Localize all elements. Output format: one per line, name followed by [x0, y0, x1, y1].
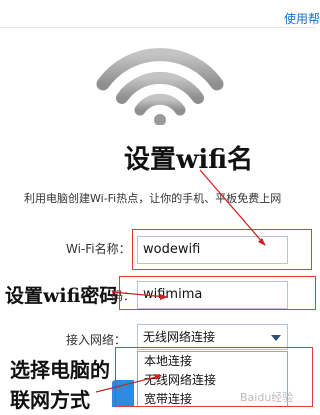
watermark: Baidu经验 — [240, 391, 294, 404]
annotation-choose-network-line2: 联网方式 — [10, 388, 90, 412]
help-link[interactable]: 使用帮 — [284, 10, 320, 27]
wifi-name-label: Wi-Fi名称： — [66, 242, 131, 256]
wifi-signal-icon — [96, 48, 224, 125]
header-divider — [0, 27, 316, 28]
description-text: 利用电脑创建Wi-Fi热点，让你的手机、平板免费上网 — [24, 192, 282, 205]
highlight-box-password — [119, 276, 316, 310]
annotation-choose-network: 选择电脑的 联网方式 — [10, 355, 110, 415]
chevron-down-icon[interactable] — [271, 335, 281, 341]
annotation-choose-network-line1: 选择电脑的 — [10, 358, 110, 382]
highlight-box-name — [132, 229, 312, 270]
network-select-value: 无线网络连接 — [143, 330, 216, 344]
network-label: 接入网络： — [66, 333, 127, 347]
annotation-set-name: 设置wifi名 — [124, 145, 254, 175]
annotation-set-password: 设置wifi密码 — [5, 285, 119, 307]
